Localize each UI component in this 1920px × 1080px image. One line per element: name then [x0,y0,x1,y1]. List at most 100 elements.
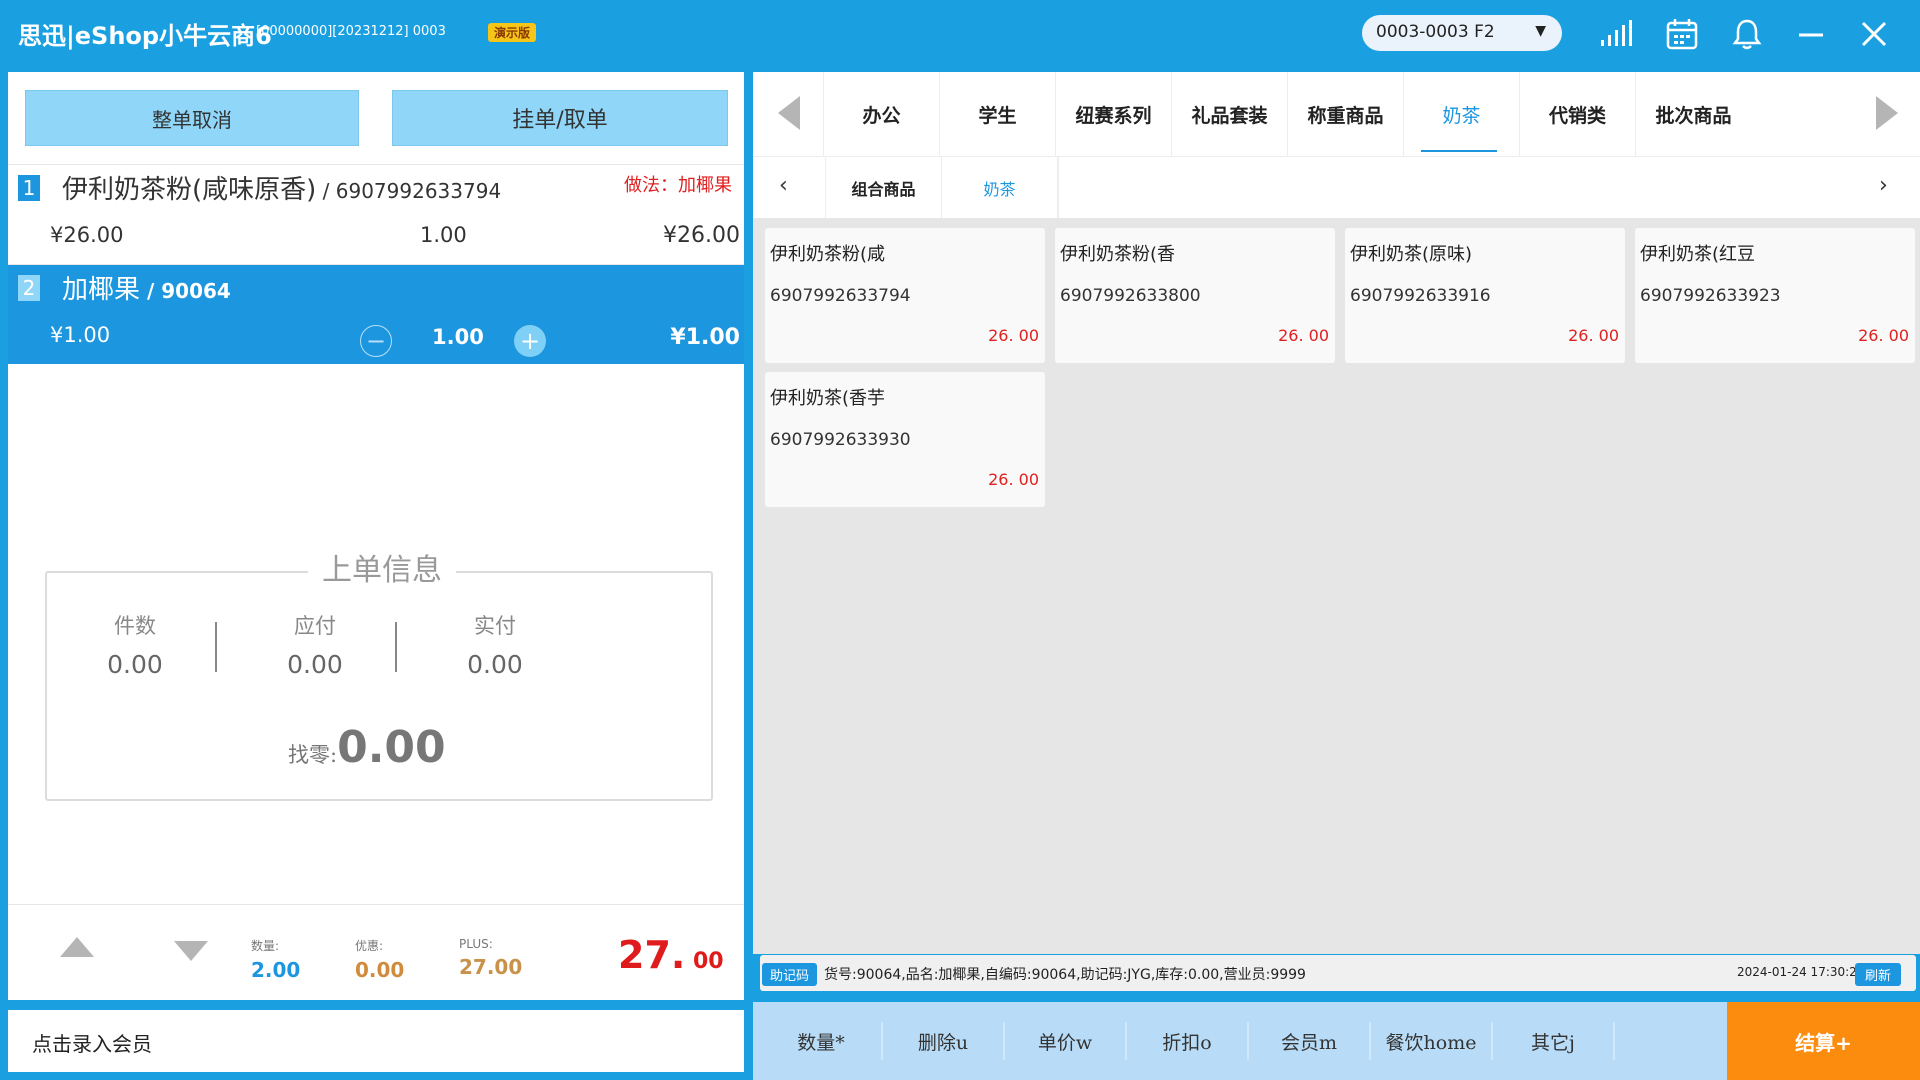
product-name: 伊利奶茶(香芋 [770,388,886,409]
line-name-text: 伊利奶茶粉(咸味原香) [62,175,317,205]
order-line-selected[interactable]: 2 加椰果 / 90064 ¥1.00 − 1.00 + ¥1.00 [8,264,744,364]
order-summary: 数量: 2.00 优惠: 0.00 PLUS: 27.00 27. 00 [8,904,744,1000]
product-price: 26. 00 [1278,326,1329,345]
line-code: / 6907992633794 [316,179,502,203]
product-code: 6907992633930 [770,430,911,450]
discount-label: 优惠: [355,939,384,953]
status-time: 2024-01-24 17:30:27 [1737,965,1865,979]
product-name: 伊利奶茶(原味) [1350,244,1473,265]
tab-milk-tea[interactable]: 奶茶 [1403,72,1519,156]
qty-minus-button[interactable]: − [360,325,392,357]
tab-batch[interactable]: 批次商品 [1635,72,1751,156]
change-due: 找零:0.00 [288,722,446,773]
qty-label: 数量: [251,939,280,953]
title-bar: 思迅|eShop小牛云商6 [00000000][20231212] 0003 … [0,0,1920,66]
product-name: 伊利奶茶(红豆 [1640,244,1756,265]
change-value: 0.00 [337,722,446,773]
product-card[interactable]: 伊利奶茶(红豆 6907992633923 26. 00 [1635,228,1915,363]
paid-value: 0.00 [467,650,523,679]
plus-price: PLUS: 27.00 [459,937,522,979]
change-label: 找零: [288,743,338,767]
fn-member-button[interactable]: 会员m [1249,1022,1371,1060]
line-number: 1 [18,175,40,201]
cancel-order-button[interactable]: 整单取消 [25,90,359,146]
line-total: ¥1.00 [670,325,740,350]
plus-label: PLUS: [459,937,493,951]
refresh-button[interactable]: 刷新 [1855,963,1902,986]
product-card[interactable]: 伊利奶茶(香芋 6907992633930 26. 00 [765,372,1045,507]
subtab-milk-tea[interactable]: 奶茶 [941,157,1057,219]
next-subcategory-icon[interactable]: › [1879,173,1888,198]
hold-order-button[interactable]: 挂单/取单 [392,90,728,146]
line-note: 做法：加椰果 [624,175,732,196]
line-name-text: 加椰果 [62,275,141,305]
product-price: 26. 00 [1568,326,1619,345]
app-meta: [00000000][20231212] 0003 [256,24,446,39]
tab-office[interactable]: 办公 [823,72,939,156]
product-code: 6907992633916 [1350,286,1491,306]
product-price: 26. 00 [988,326,1039,345]
product-code: 6907992633923 [1640,286,1781,306]
grand-total-int: 27. [618,933,686,977]
grand-total: 27. 00 [618,933,724,977]
line-price: ¥1.00 [50,323,111,347]
divider [1057,157,1059,219]
product-card[interactable]: 伊利奶茶(原味) 6907992633916 26. 00 [1345,228,1625,363]
product-grid: 伊利奶茶粉(咸 6907992633794 26. 00 伊利奶茶粉(香 690… [753,218,1920,954]
app-title: 思迅|eShop小牛云商6 [18,22,272,50]
order-line[interactable]: 1 伊利奶茶粉(咸味原香) / 6907992633794 做法：加椰果 ¥26… [8,164,744,264]
product-code: 6907992633794 [770,286,911,306]
mnemonic-badge[interactable]: 助记码 [762,963,818,986]
arrow-down-icon[interactable] [174,941,208,961]
prev-category-icon[interactable] [778,96,800,130]
tab-newsai[interactable]: 纽赛系列 [1055,72,1171,156]
paid-label: 实付 [474,614,516,638]
fn-other-button[interactable]: 其它j [1493,1022,1615,1060]
close-icon[interactable] [1854,14,1894,54]
subtab-combo[interactable]: 组合商品 [825,157,941,219]
tab-student[interactable]: 学生 [939,72,1055,156]
product-price: 26. 00 [988,470,1039,489]
tab-consignment[interactable]: 代销类 [1519,72,1635,156]
qty-plus-button[interactable]: + [514,325,546,357]
status-bar: 助记码 货号:90064,品名:加椰果,自编码:90064,助记码:JYG,库存… [760,955,1916,991]
status-text: 货号:90064,品名:加椰果,自编码:90064,助记码:JYG,库存:0.0… [824,967,1306,983]
bell-icon[interactable] [1727,14,1767,54]
arrow-up-icon[interactable] [60,937,94,957]
member-input[interactable]: 点击录入会员 [8,1010,744,1072]
fn-dining-button[interactable]: 餐饮home [1371,1022,1493,1060]
product-code: 6907992633800 [1060,286,1201,306]
checkout-button[interactable]: 结算+ [1727,1002,1920,1080]
subcategory-bar: ‹ 组合商品 奶茶 › [753,156,1920,219]
chevron-down-icon: ▼ [1535,23,1546,39]
product-name: 伊利奶茶粉(香 [1060,244,1176,265]
product-card[interactable]: 伊利奶茶粉(咸 6907992633794 26. 00 [765,228,1045,363]
tab-gift-sets[interactable]: 礼品套装 [1171,72,1287,156]
prev-subcategory-icon[interactable]: ‹ [779,173,788,198]
plus-value: 27.00 [459,955,523,979]
category-bar: 办公 学生 纽赛系列 礼品套装 称重商品 奶茶 代销类 批次商品 [753,72,1920,156]
total-discount: 优惠: 0.00 [355,937,404,982]
signal-icon[interactable] [1596,14,1636,54]
store-select[interactable]: 0003-0003 F2 ▼ [1362,15,1562,51]
line-price: ¥26.00 [50,223,124,247]
fn-discount-button[interactable]: 折扣o [1127,1022,1249,1060]
minimize-icon[interactable] [1791,14,1831,54]
line-code: / 90064 [140,279,231,303]
product-price: 26. 00 [1858,326,1909,345]
last-order-paid: 实付 0.00 [385,610,605,679]
next-category-icon[interactable] [1876,96,1898,130]
qty-value: 2.00 [251,958,301,982]
order-panel: 整单取消 挂单/取单 1 伊利奶茶粉(咸味原香) / 6907992633794… [8,72,744,1000]
line-qty: 1.00 [432,325,484,349]
fn-delete-button[interactable]: 删除u [883,1022,1005,1060]
line-name: 加椰果 / 90064 [62,269,231,306]
line-qty: 1.00 [420,223,467,247]
fn-unit-price-button[interactable]: 单价w [1005,1022,1127,1060]
discount-value: 0.00 [355,958,405,982]
product-card[interactable]: 伊利奶茶粉(香 6907992633800 26. 00 [1055,228,1335,363]
calendar-icon[interactable] [1662,14,1702,54]
tab-weighed[interactable]: 称重商品 [1287,72,1403,156]
store-select-value: 0003-0003 F2 [1376,22,1495,42]
fn-quantity-button[interactable]: 数量* [761,1022,883,1060]
